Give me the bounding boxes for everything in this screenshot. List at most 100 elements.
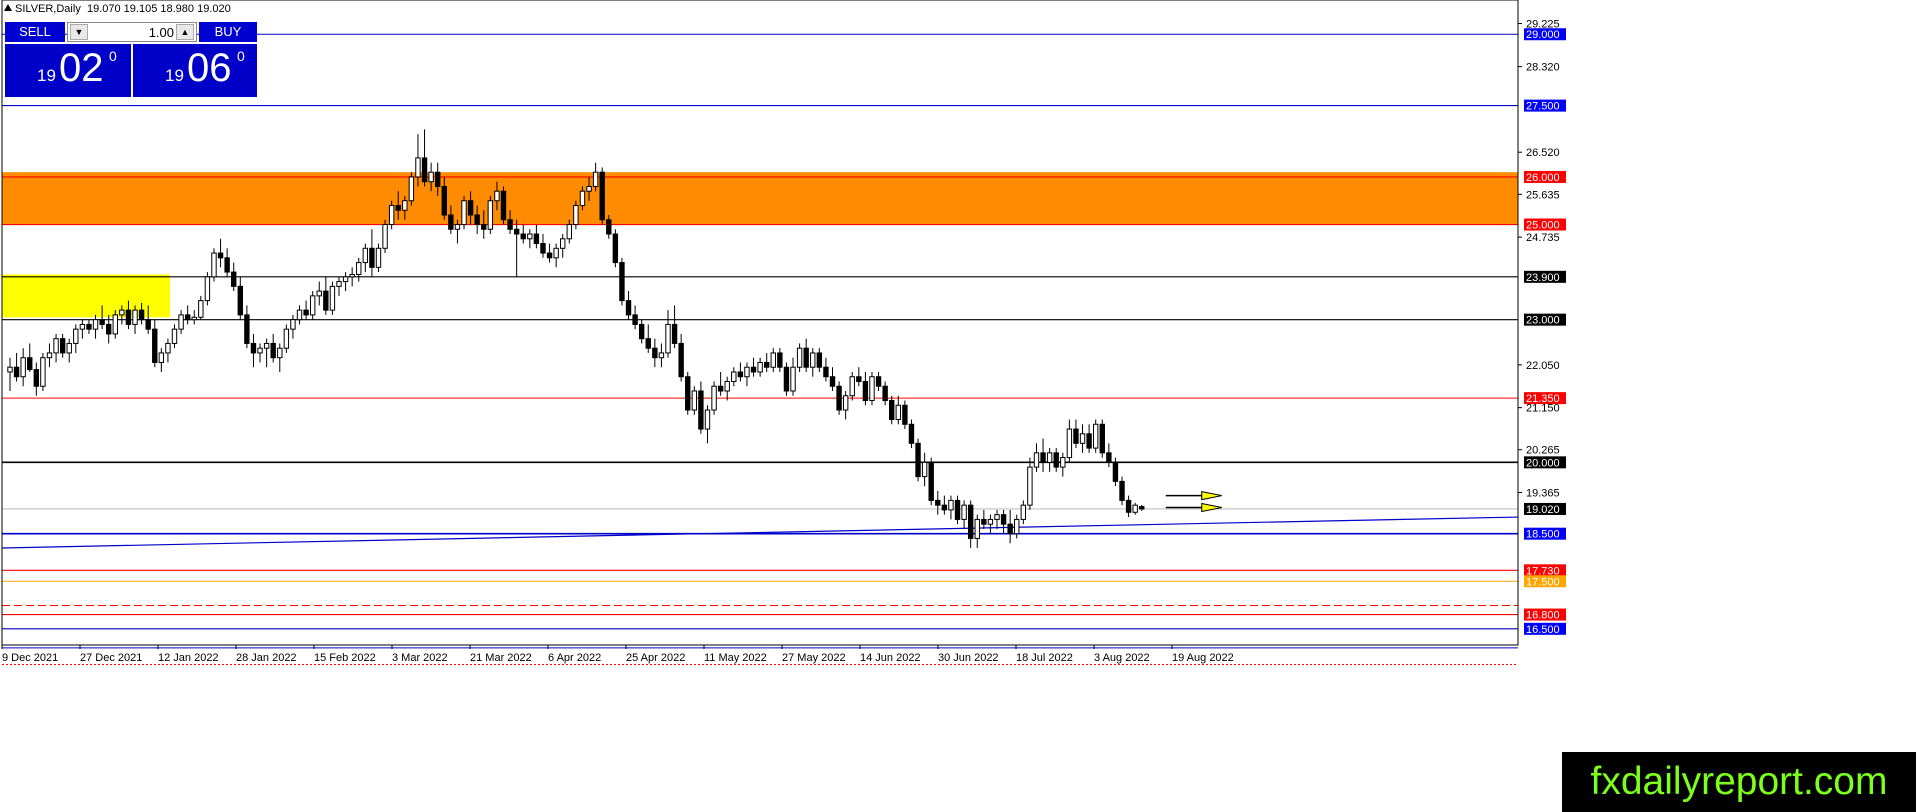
lot-decrease-icon[interactable]: ▼ bbox=[70, 24, 88, 40]
candle bbox=[1093, 419, 1099, 453]
candle-body-bull bbox=[494, 190, 500, 202]
candle-body-bear bbox=[540, 243, 546, 254]
sell-price-prefix: 19 bbox=[37, 66, 56, 85]
candle bbox=[981, 509, 987, 529]
candle bbox=[731, 367, 737, 387]
candle-body-bull bbox=[1132, 504, 1138, 513]
candle-body-bear bbox=[908, 423, 915, 444]
candle bbox=[1014, 514, 1020, 539]
candle-body-bull bbox=[691, 390, 698, 411]
x-tick-label: 25 Apr 2022 bbox=[626, 652, 685, 664]
candle bbox=[1007, 509, 1013, 544]
candle bbox=[902, 400, 908, 430]
candle-body-bull bbox=[994, 514, 1000, 520]
candle-body-bear bbox=[13, 366, 20, 378]
candle-body-bull bbox=[961, 504, 967, 520]
candle-body-bear bbox=[474, 214, 480, 226]
candle-body-bull bbox=[1060, 457, 1066, 468]
candle-body-bull bbox=[665, 323, 671, 354]
candle bbox=[540, 234, 546, 258]
candle-body-bear bbox=[645, 338, 651, 349]
candle-body-bear bbox=[967, 504, 974, 539]
candle-body-bull bbox=[53, 338, 59, 354]
candle-body-bear bbox=[138, 309, 145, 321]
candle bbox=[1060, 452, 1066, 477]
candle bbox=[750, 357, 757, 377]
candle bbox=[737, 362, 744, 382]
y-tick-label: 21.150 bbox=[1526, 403, 1560, 415]
candle bbox=[1066, 419, 1073, 463]
candle bbox=[7, 357, 13, 391]
sell-button[interactable]: SELL bbox=[5, 22, 65, 42]
candle-body-bear bbox=[619, 262, 625, 302]
candle bbox=[757, 357, 763, 377]
buy-button[interactable]: BUY bbox=[199, 22, 257, 42]
chart-header: SILVER,Daily 19.070 19.105 18.980 19.020 bbox=[4, 3, 231, 15]
candle-body-bull bbox=[415, 157, 421, 178]
candle bbox=[803, 338, 809, 372]
sell-price-quote[interactable]: 19 02 0 bbox=[5, 44, 131, 97]
candle bbox=[645, 324, 651, 353]
candle-body-bear bbox=[1106, 452, 1112, 463]
candle bbox=[184, 305, 191, 325]
buy-price-quote[interactable]: 19 06 0 bbox=[133, 44, 257, 97]
candle-body-bull bbox=[1033, 452, 1040, 468]
candle bbox=[658, 343, 665, 368]
candle-body-bear bbox=[152, 328, 158, 363]
candle bbox=[553, 243, 559, 268]
candle-body-bear bbox=[1125, 499, 1132, 513]
candle bbox=[500, 186, 507, 225]
candle bbox=[263, 338, 270, 368]
candle bbox=[158, 348, 165, 372]
candle-body-bull bbox=[560, 238, 566, 249]
x-tick-label: 18 Jul 2022 bbox=[1016, 652, 1073, 664]
lot-increase-icon[interactable]: ▲ bbox=[176, 24, 194, 40]
candle-body-bear bbox=[1086, 433, 1092, 449]
candle bbox=[928, 457, 934, 506]
candle bbox=[296, 305, 303, 325]
candle-body-bull bbox=[165, 342, 171, 354]
candle-body-bear bbox=[448, 214, 454, 230]
candle-body-bear bbox=[717, 385, 724, 392]
candle bbox=[823, 357, 829, 382]
candle-body-bull bbox=[796, 347, 803, 368]
candle bbox=[875, 371, 882, 391]
arrow-head-0 bbox=[1201, 491, 1222, 501]
y-tick-label: 22.050 bbox=[1526, 360, 1560, 372]
y-tick-label: 25.635 bbox=[1526, 189, 1560, 201]
candle-body-bull bbox=[296, 309, 303, 321]
candle-body-bear bbox=[250, 342, 257, 354]
candle-body-bull bbox=[757, 361, 763, 373]
candle-body-bear bbox=[915, 442, 921, 478]
candle-body-bear bbox=[237, 285, 244, 316]
candle bbox=[270, 333, 276, 363]
candle-body-bull bbox=[658, 352, 665, 359]
candle bbox=[895, 395, 901, 425]
candle bbox=[698, 381, 704, 434]
candle-body-bull bbox=[987, 518, 994, 525]
level-label-16.800: 16.800 bbox=[1526, 610, 1560, 622]
lot-size-input[interactable] bbox=[90, 24, 174, 40]
candle-body-bull bbox=[92, 319, 99, 330]
candle bbox=[921, 452, 928, 487]
candle bbox=[560, 234, 566, 258]
candle bbox=[994, 509, 1000, 529]
y-tick-label: 28.320 bbox=[1526, 62, 1560, 74]
candle-body-bear bbox=[533, 233, 540, 245]
candle-body-bull bbox=[349, 273, 355, 278]
candle bbox=[829, 367, 836, 391]
candle-body-bull bbox=[1014, 518, 1020, 535]
candle bbox=[388, 200, 395, 230]
level-label-20.000: 20.000 bbox=[1526, 457, 1560, 469]
candle bbox=[520, 224, 526, 244]
candle bbox=[27, 343, 33, 372]
candle-body-bear bbox=[750, 366, 757, 373]
candle-body-bear bbox=[106, 323, 112, 335]
candle bbox=[309, 291, 316, 320]
candle bbox=[777, 348, 783, 372]
candle bbox=[856, 367, 862, 387]
orange-zone bbox=[2, 172, 1518, 225]
candle bbox=[198, 295, 204, 320]
candle bbox=[362, 243, 369, 273]
candle bbox=[13, 352, 20, 382]
